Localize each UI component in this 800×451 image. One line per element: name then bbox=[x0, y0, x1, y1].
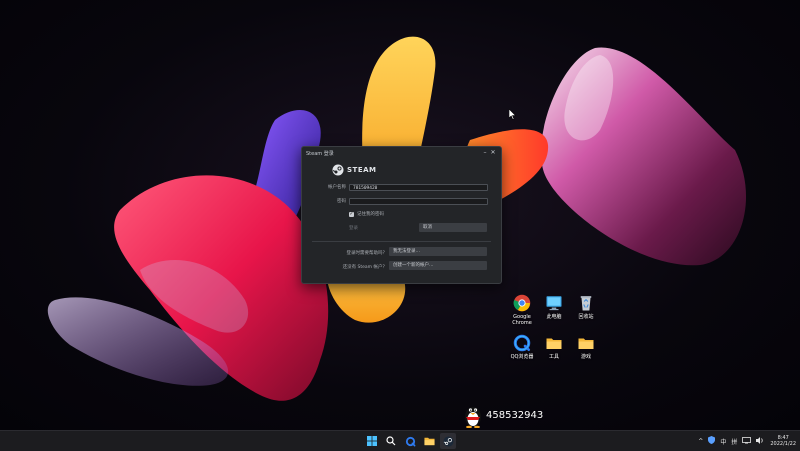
search-icon bbox=[386, 436, 396, 446]
minimize-button[interactable]: – bbox=[481, 149, 489, 157]
steam-login-window: Steam 登录 – ✕ STEAM 帐户名称 781509420 密码 ✓ 记… bbox=[301, 146, 502, 284]
desktop-icon-label: Google Chrome bbox=[512, 314, 532, 326]
network-icon[interactable] bbox=[742, 436, 752, 446]
desktop: Steam 登录 – ✕ STEAM 帐户名称 781509420 密码 ✓ 记… bbox=[0, 0, 800, 430]
desktop-icon-recycle-bin[interactable]: 回收站 bbox=[569, 294, 603, 320]
qq-number-overlay: 458532943 bbox=[463, 402, 543, 428]
username-field[interactable]: 781509420 bbox=[349, 183, 488, 191]
new-account-question-label: 还没有 Steam 帐户？ bbox=[342, 265, 387, 270]
desktop-icon-tools-folder[interactable]: 工具 bbox=[537, 334, 571, 360]
taskbar: ^ 中 拼 8:47 2022/1/22 bbox=[0, 430, 800, 451]
steam-logo: STEAM bbox=[332, 163, 501, 177]
monitor-icon bbox=[546, 296, 562, 311]
desktop-icon-label: 工具 bbox=[548, 354, 559, 360]
help-question-label: 登录时需要帮助吗？ bbox=[346, 251, 388, 256]
tray-overflow-chevron[interactable]: ^ bbox=[698, 438, 703, 445]
desktop-icon-qq-browser[interactable]: QQ浏览器 bbox=[505, 334, 539, 360]
shield-icon[interactable] bbox=[708, 436, 716, 446]
window-title: Steam 登录 bbox=[306, 150, 334, 157]
remember-password-checkbox[interactable]: ✓ bbox=[349, 211, 354, 217]
taskbar-apps bbox=[364, 433, 459, 449]
steam-brand-text: STEAM bbox=[347, 166, 377, 174]
qq-number-text: 458532943 bbox=[486, 409, 544, 421]
remember-password-row[interactable]: ✓ 记住我的密码 bbox=[349, 211, 384, 217]
start-button[interactable] bbox=[364, 433, 380, 449]
password-field[interactable] bbox=[349, 197, 488, 205]
taskbar-steam[interactable] bbox=[440, 433, 456, 449]
steam-logo-icon bbox=[332, 164, 344, 176]
steam-icon bbox=[442, 435, 454, 447]
qq-browser-icon bbox=[405, 436, 415, 446]
windows-start-icon bbox=[367, 436, 377, 446]
cant-login-button[interactable]: 我无法登录… bbox=[389, 247, 487, 256]
chrome-icon bbox=[513, 294, 531, 312]
desktop-icon-games-folder[interactable]: 游戏 bbox=[569, 334, 603, 360]
password-row: 密码 bbox=[302, 197, 488, 205]
clock-date: 2022/1/22 bbox=[770, 441, 796, 447]
folder-icon bbox=[578, 338, 594, 349]
file-explorer-icon bbox=[423, 437, 435, 446]
clock[interactable]: 8:47 2022/1/22 bbox=[770, 435, 796, 447]
folder-icon bbox=[546, 338, 562, 349]
create-account-button[interactable]: 创建一个新的帐户… bbox=[389, 261, 487, 270]
close-button[interactable]: ✕ bbox=[489, 149, 497, 157]
ime-language-indicator[interactable]: 中 bbox=[720, 437, 726, 446]
password-label: 密码 bbox=[337, 199, 346, 204]
desktop-icon-label: QQ浏览器 bbox=[510, 354, 534, 360]
username-row: 帐户名称 781509420 bbox=[302, 183, 488, 191]
window-titlebar[interactable]: Steam 登录 – ✕ bbox=[302, 147, 501, 159]
taskbar-qq-browser[interactable] bbox=[402, 433, 418, 449]
search-button[interactable] bbox=[383, 433, 399, 449]
taskbar-file-explorer[interactable] bbox=[421, 433, 437, 449]
desktop-icon-this-pc[interactable]: 此电脑 bbox=[537, 294, 571, 320]
desktop-icon-label: 此电脑 bbox=[546, 314, 562, 320]
mouse-cursor-icon bbox=[509, 109, 517, 120]
qq-penguin-icon bbox=[465, 407, 481, 428]
desktop-icon-label: 游戏 bbox=[580, 354, 591, 360]
qq-browser-icon bbox=[513, 334, 531, 352]
desktop-icon-chrome[interactable]: Google Chrome bbox=[505, 294, 539, 326]
username-label: 帐户名称 bbox=[328, 185, 346, 190]
recycle-bin-icon bbox=[580, 296, 592, 311]
desktop-icon-label: 回收站 bbox=[578, 314, 594, 320]
system-tray: ^ 中 拼 8:47 2022/1/22 bbox=[693, 431, 796, 451]
volume-icon[interactable] bbox=[756, 436, 764, 446]
remember-password-label: 记住我的密码 bbox=[357, 212, 384, 217]
login-button[interactable]: 登录 bbox=[349, 225, 358, 231]
ime-mode-indicator[interactable]: 拼 bbox=[731, 437, 737, 446]
divider bbox=[312, 241, 491, 242]
cancel-button[interactable]: 取消 bbox=[419, 223, 487, 232]
